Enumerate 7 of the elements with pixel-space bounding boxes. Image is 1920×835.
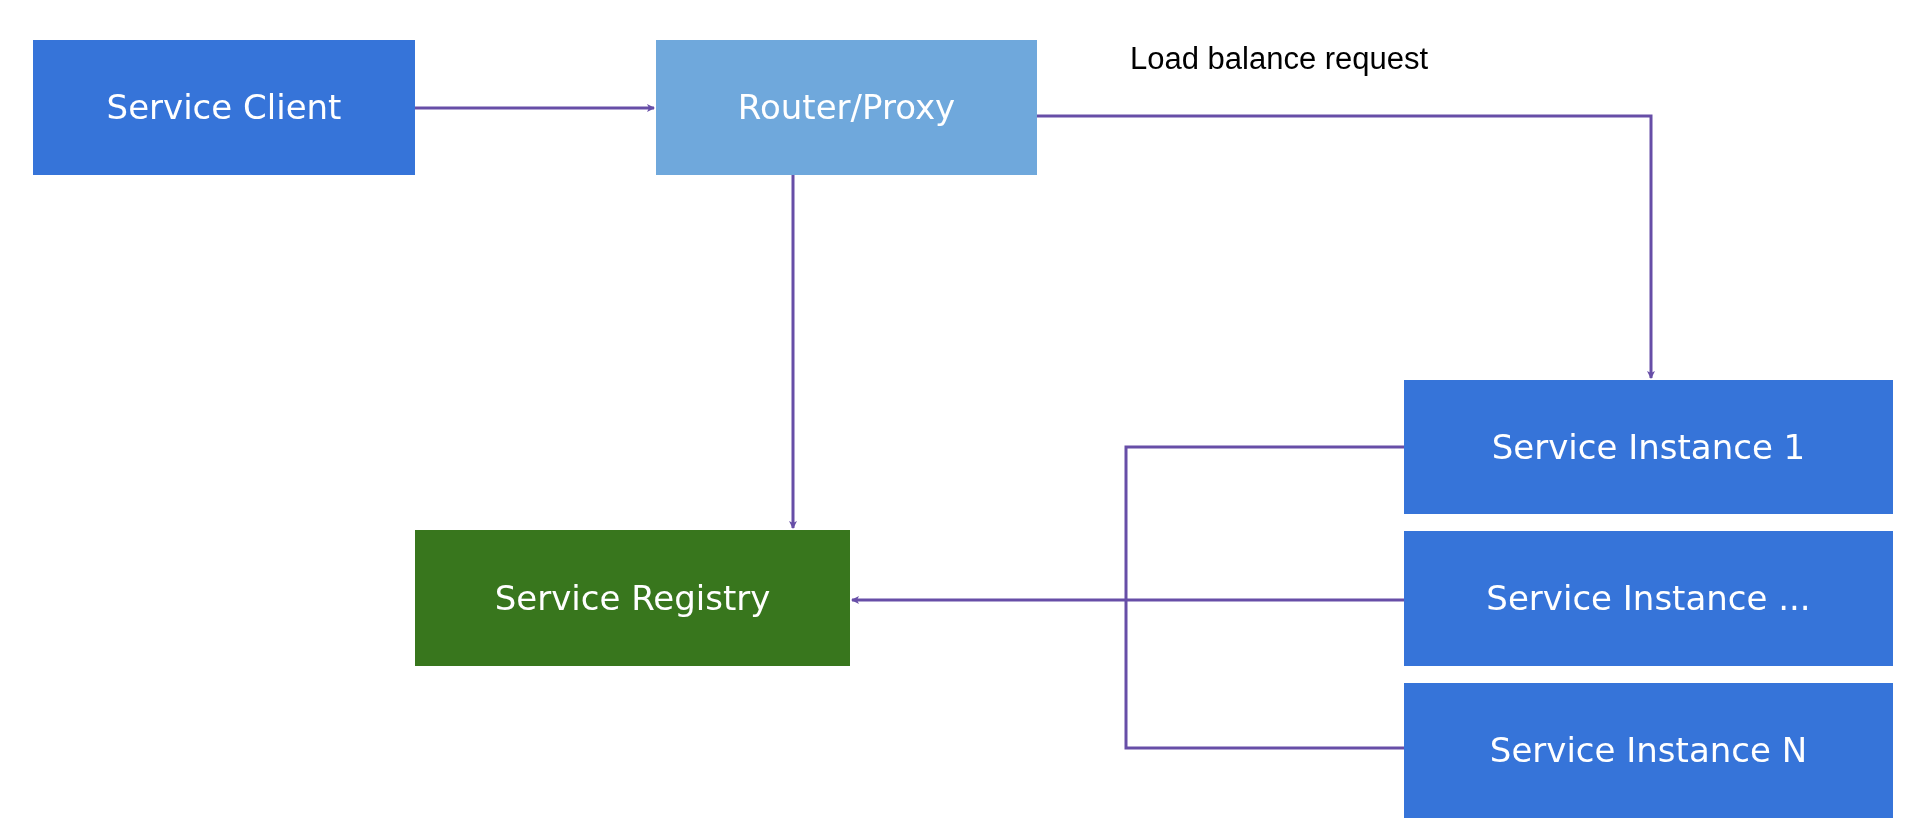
diagram-node: Service Instance N (1404, 683, 1893, 818)
diagram-node: Service Registry (415, 530, 850, 666)
diagram-node: Router/Proxy (656, 40, 1037, 175)
diagram-node: Service Instance ... (1404, 531, 1893, 666)
diagram-node: Service Instance 1 (1404, 380, 1893, 514)
diagram-node: Service Client (33, 40, 415, 175)
connector-label: Load balance request (1130, 40, 1429, 78)
